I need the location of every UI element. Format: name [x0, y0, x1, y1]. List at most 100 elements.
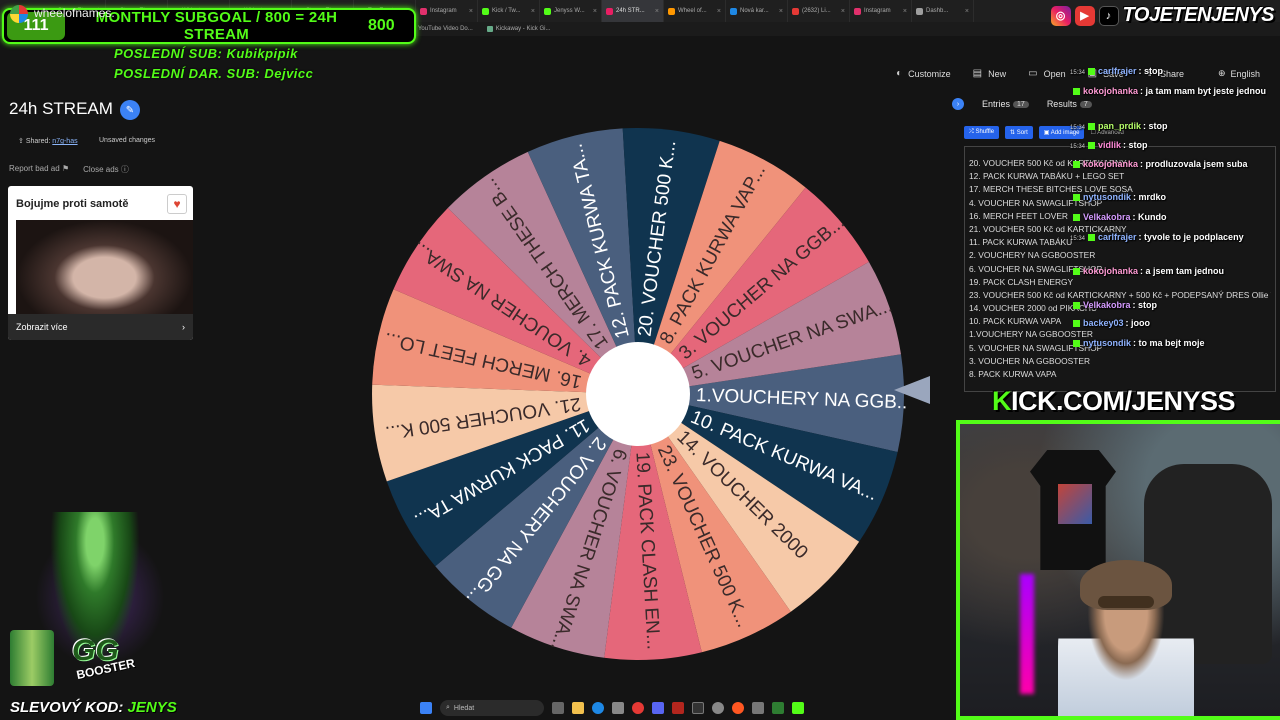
sponsor-character: GG BOOSTER: [10, 502, 180, 692]
chat-time: 15:34: [1070, 144, 1086, 150]
firefox-icon[interactable]: [732, 702, 744, 714]
kick-url-text: ICK.COM/JENYSS: [1011, 386, 1236, 416]
tab-favicon-icon: [420, 7, 427, 15]
social-handle: TOJETENJENYS: [1122, 4, 1275, 26]
kick-badge-icon: [1073, 302, 1080, 310]
edge-icon[interactable]: [592, 702, 604, 714]
close-tab-icon[interactable]: ×: [717, 8, 721, 15]
tab-favicon-icon: [916, 7, 923, 15]
kick-badge-icon: [1088, 123, 1096, 131]
tab-title: Instagram: [430, 8, 457, 14]
shared-link[interactable]: n7g-has: [52, 138, 77, 145]
advertisement[interactable]: Bojujme proti samotě ♥ Zobrazit více ›: [8, 186, 193, 340]
shuffle-button[interactable]: ⤮ Shuffle: [964, 126, 1000, 139]
browser-tab[interactable]: Kick / Tw... ×: [478, 0, 540, 22]
task-view-icon[interactable]: [552, 702, 564, 714]
tshirt-print: [1058, 484, 1092, 524]
menu-open[interactable]: ▭ Open: [1028, 68, 1065, 79]
chevron-right-icon: ›: [182, 322, 185, 332]
excel-icon[interactable]: [772, 702, 784, 714]
menu-customize[interactable]: ◐ Customize: [896, 68, 951, 79]
store-icon[interactable]: [612, 702, 624, 714]
bookmark-item[interactable]: YouTube Video Do...: [408, 26, 473, 32]
browser-tab[interactable]: 24h STR... ×: [602, 0, 664, 22]
close-tab-icon[interactable]: ×: [593, 8, 597, 15]
settings-icon[interactable]: [712, 702, 724, 714]
shared-label: Shared:: [25, 138, 51, 145]
chat-text: Kundo: [1138, 212, 1167, 222]
chat-text: jooo: [1131, 318, 1151, 328]
close-tab-icon[interactable]: ×: [531, 8, 535, 15]
chat-text: prodluzovala jsem suba: [1145, 159, 1248, 169]
close-tab-icon[interactable]: ×: [469, 8, 473, 15]
close-tab-icon[interactable]: ×: [965, 8, 969, 15]
chat-message: kokojohanka: prodluzovala jsem suba: [1070, 159, 1270, 169]
edit-title-button[interactable]: ✎: [120, 100, 140, 120]
kick-badge-icon: [1073, 320, 1080, 328]
report-ad-link[interactable]: Report bad ad ⚑: [9, 164, 69, 175]
promo-code-value: JENYS: [127, 699, 177, 716]
tab-title: Dashb...: [926, 8, 949, 14]
kick-badge-icon: [1073, 88, 1080, 96]
chrome-icon[interactable]: [632, 702, 644, 714]
browser-tab[interactable]: Wheel of... ×: [664, 0, 726, 22]
chat-username: kokojohanka: [1083, 159, 1139, 169]
folder-icon: ▭: [1028, 68, 1038, 79]
bookmark-item[interactable]: Kickaway - Kick Gi...: [486, 26, 550, 32]
sort-label: Sort: [1016, 130, 1028, 136]
tab-entries[interactable]: Entries 17: [982, 99, 1029, 109]
kick-url-prefix: K: [992, 386, 1012, 416]
wheelofnames-logo[interactable]: [10, 5, 28, 23]
chat-time: 15:34: [1070, 236, 1086, 242]
close-ads-label: Close ads: [83, 165, 119, 174]
wheel-container[interactable]: 1.VOUCHERY NA GGB... 10. PACK KURWA VA...…: [370, 126, 913, 662]
browser-tab[interactable]: (2632) Li... ×: [788, 0, 850, 22]
wheel-center[interactable]: [586, 342, 690, 446]
close-tab-icon[interactable]: ×: [779, 8, 783, 15]
site-name[interactable]: wheelofnames.: [34, 6, 115, 20]
menu-new[interactable]: ▤ New: [973, 68, 1006, 79]
chat-username: carlfrajer: [1098, 66, 1137, 76]
browser-tab[interactable]: Nová kar... ×: [726, 0, 788, 22]
browser-tab[interactable]: Instagram ×: [416, 0, 478, 22]
promo-label: SLEVOVÝ KOD:: [10, 699, 124, 716]
browser-tab[interactable]: Dashb... ×: [912, 0, 974, 22]
taskbar-search[interactable]: ⌕ Hledat: [440, 700, 544, 716]
close-ads-link[interactable]: Close ads ⓘ: [83, 164, 129, 175]
tiktok-icon: ♪: [1098, 5, 1119, 26]
app-icon[interactable]: [672, 702, 684, 714]
instagram-icon: ◎: [1050, 5, 1071, 26]
report-ad-label: Report bad ad: [9, 164, 60, 173]
windows-start-icon[interactable]: [420, 702, 432, 714]
search-icon: ⌕: [446, 704, 450, 711]
share-small-icon: ⇪: [18, 138, 26, 145]
sort-button[interactable]: ⇅ Sort: [1005, 126, 1033, 139]
sunglasses: [1098, 596, 1154, 608]
notepad-icon[interactable]: [752, 702, 764, 714]
kick-badge-icon: [1073, 194, 1080, 202]
spinning-wheel[interactable]: 1.VOUCHERY NA GGB...10. PACK KURWA VA...…: [370, 126, 913, 662]
close-tab-icon[interactable]: ×: [841, 8, 845, 15]
webcam-feed: [956, 420, 1280, 720]
chat-time: 15:34: [1070, 70, 1086, 76]
file-explorer-icon[interactable]: [572, 702, 584, 714]
menu-label: New: [988, 68, 1007, 79]
kick-icon[interactable]: [792, 702, 804, 714]
kick-badge-icon: [1073, 268, 1080, 276]
tab-title: Jenyss W...: [554, 8, 585, 14]
tab-favicon-icon: [482, 7, 489, 15]
chat-text: ja tam mam byt jeste jednou: [1145, 86, 1267, 96]
browser-tab[interactable]: Instagram ×: [850, 0, 912, 22]
wheel-pointer-icon: [894, 376, 930, 404]
obs-icon[interactable]: [692, 702, 704, 714]
tab-entries-label: Entries: [982, 99, 1011, 109]
close-tab-icon[interactable]: ×: [655, 8, 659, 15]
close-tab-icon[interactable]: ×: [903, 8, 907, 15]
collapse-panel-button[interactable]: ›: [952, 98, 964, 110]
tab-title: 24h STR...: [616, 8, 645, 14]
browser-tab[interactable]: Jenyss W... ×: [540, 0, 602, 22]
tab-favicon-icon: [606, 7, 613, 15]
discord-icon[interactable]: [652, 702, 664, 714]
ad-cta-button[interactable]: Zobrazit více ›: [8, 314, 193, 340]
image-icon: ▣: [1043, 130, 1051, 136]
